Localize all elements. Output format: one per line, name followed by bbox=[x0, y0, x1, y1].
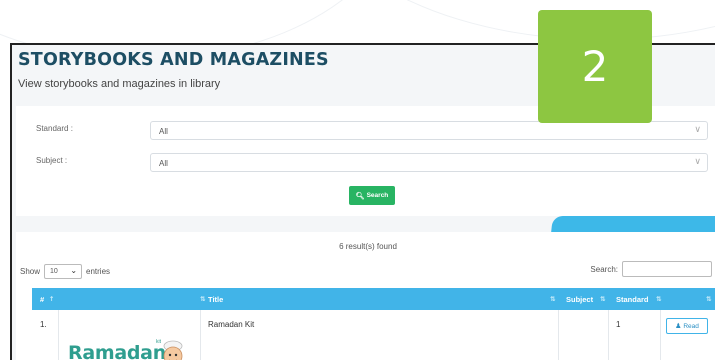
standard-select-value: All bbox=[159, 127, 168, 136]
results-card: 6 result(s) found Show 10 ⌄ entries Sear… bbox=[16, 232, 715, 360]
table-row: 1. Ramadan Kit 1 Ramadan kit ♟ Read bbox=[32, 310, 715, 360]
chevron-down-icon: ⌄ bbox=[70, 266, 78, 275]
sort-icon: ⇅ bbox=[550, 295, 556, 303]
show-entries: Show 10 ⌄ entries bbox=[20, 264, 110, 279]
chevron-down-icon: ∨ bbox=[694, 157, 701, 167]
sort-asc-icon: ↑ bbox=[49, 295, 55, 303]
subject-label: Subject : bbox=[36, 156, 68, 165]
column-header-standard[interactable]: Standard bbox=[616, 295, 649, 304]
show-label: Show bbox=[20, 267, 41, 276]
entries-select[interactable]: 10 ⌄ bbox=[44, 264, 83, 279]
search-button-label: Search bbox=[366, 192, 389, 199]
column-header-title[interactable]: Title bbox=[208, 295, 223, 304]
page-title: STORYBOOKS AND MAGAZINES bbox=[18, 50, 329, 70]
row-title: Ramadan Kit bbox=[208, 320, 255, 329]
entries-label: entries bbox=[86, 267, 111, 276]
book-cover-logo: Ramadan bbox=[68, 342, 166, 360]
decorative-tab bbox=[551, 216, 715, 232]
row-standard: 1 bbox=[616, 320, 621, 329]
boy-mascot-icon bbox=[163, 340, 183, 360]
read-button-label: Read bbox=[683, 322, 699, 330]
column-header-number[interactable]: # bbox=[40, 295, 44, 304]
column-header-subject[interactable]: Subject bbox=[566, 295, 593, 304]
chevron-down-icon: ∨ bbox=[694, 125, 701, 135]
entries-select-value: 10 bbox=[50, 268, 58, 275]
sort-icon: ⇅ bbox=[706, 295, 712, 303]
sort-icon: ⇅ bbox=[200, 295, 206, 303]
sort-icon: ⇅ bbox=[600, 295, 606, 303]
standard-label: Standard : bbox=[36, 124, 73, 133]
book-reader-icon: ♟ bbox=[675, 323, 682, 330]
standard-select[interactable]: All ∨ bbox=[150, 121, 708, 140]
search-button[interactable]: 🔍︎ Search bbox=[349, 186, 395, 205]
book-cover: Ramadan kit bbox=[64, 326, 184, 360]
page-subtitle: View storybooks and magazines in library bbox=[18, 78, 221, 90]
row-number: 1. bbox=[40, 320, 47, 329]
results-count: 6 result(s) found bbox=[339, 242, 397, 251]
magnifier-icon: 🔍︎ bbox=[355, 191, 365, 200]
subject-select[interactable]: All ∨ bbox=[150, 153, 708, 172]
table-search-input[interactable] bbox=[622, 261, 712, 277]
table-header: # ↑ ⇅ Title ⇅ Subject ⇅ Standard ⇅ ⇅ bbox=[32, 288, 715, 310]
table-search-label: Search: bbox=[590, 264, 618, 274]
step-number-badge: 2 bbox=[538, 10, 652, 123]
subject-select-value: All bbox=[159, 159, 168, 168]
table-search: Search: bbox=[590, 261, 712, 277]
read-button[interactable]: ♟ Read bbox=[666, 318, 708, 334]
sort-icon: ⇅ bbox=[656, 295, 662, 303]
